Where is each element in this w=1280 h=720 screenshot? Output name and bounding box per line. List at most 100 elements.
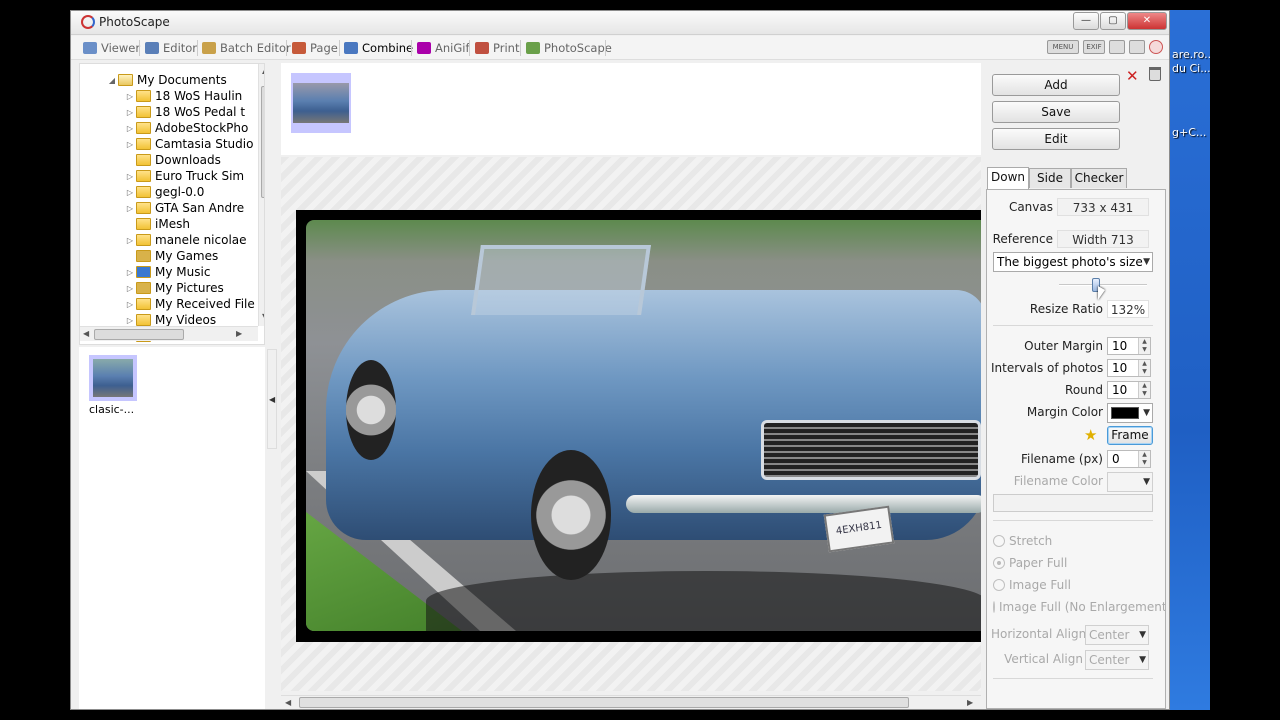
tree-item-my-documents[interactable]: ◢ My Documents [106, 72, 227, 88]
tab-page[interactable]: Page [292, 39, 338, 57]
outer-margin-stepper[interactable]: 10 ▲ ▼ [1107, 337, 1151, 355]
radio-image-full-no-enlargement[interactable]: Image Full (No Enlargement) [993, 600, 1165, 614]
tree-item[interactable]: ▷ 18 WoS Haulin [124, 88, 242, 104]
tab-batch-editor[interactable]: Batch Editor [202, 39, 291, 57]
tab-down[interactable]: Down [987, 167, 1029, 189]
expand-arrow-icon[interactable]: ▷ [124, 108, 136, 117]
intervals-label: Intervals of photos [991, 361, 1104, 375]
tab-side[interactable]: Side [1029, 168, 1071, 188]
filename-size-stepper[interactable]: 0 ▲ ▼ [1107, 450, 1151, 468]
folder-icon [136, 122, 151, 134]
preview-scroll-thumb[interactable] [299, 697, 909, 708]
mode-tab-bar: Viewer Editor Batch Editor Page Combine … [71, 36, 1169, 60]
print-icon [475, 42, 489, 54]
margin-color-swatch [1111, 407, 1139, 419]
folder-icon [136, 106, 151, 118]
expand-arrow-icon[interactable]: ▷ [124, 92, 136, 101]
tab-photoscape[interactable]: PhotoScape [526, 39, 612, 57]
radio-image-full[interactable]: Image Full [993, 578, 1071, 592]
tree-item[interactable]: ▷ AdobeStockPho [124, 120, 248, 136]
tree-item[interactable]: ▷ My Pictures [124, 280, 224, 296]
tree-item-label: iMesh [155, 217, 190, 231]
expand-arrow-icon[interactable]: ▷ [124, 188, 136, 197]
tab-print[interactable]: Print [475, 39, 519, 57]
combined-photo-car: 4EXH811 [306, 220, 981, 631]
tree-item[interactable]: ▷ My Music [124, 264, 211, 280]
tree-horizontal-scrollbar[interactable]: ◀ ▶ [80, 326, 258, 341]
folder-icon [136, 90, 151, 102]
desktop-icon-label-3[interactable]: g+C... [1172, 126, 1212, 139]
folder-tree[interactable]: ◢ My Documents ▷ 18 WoS Haulin ▷ 18 WoS Ped… [79, 63, 265, 345]
remove-icon[interactable]: ✕ [1126, 67, 1139, 85]
size-reference-select[interactable]: The biggest photo's size ▼ [993, 252, 1153, 272]
tab-checker[interactable]: Checker [1071, 168, 1127, 188]
round-stepper[interactable]: 10 ▲ ▼ [1107, 381, 1151, 399]
window-tile-icon[interactable] [1109, 40, 1125, 54]
expand-arrow-icon[interactable]: ▷ [124, 268, 136, 277]
tree-item[interactable]: ▷ gegl-0.0 [124, 184, 204, 200]
desktop-icon-label-1[interactable]: are.ro... [1172, 48, 1212, 61]
expand-arrow-icon[interactable]: ▷ [124, 204, 136, 213]
frame-button[interactable]: Frame [1107, 426, 1153, 445]
expand-arrow-icon[interactable]: ▷ [124, 236, 136, 245]
add-button[interactable]: Add [992, 74, 1120, 96]
filename-color-picker[interactable]: ▼ [1107, 472, 1153, 492]
tab-anigif[interactable]: AniGif [417, 39, 470, 57]
resize-ratio-value[interactable]: 132% [1107, 300, 1149, 318]
maximize-button[interactable]: ▢ [1100, 12, 1126, 30]
margin-color-picker[interactable]: ▼ [1107, 403, 1153, 423]
folder-icon [136, 266, 151, 278]
tree-item[interactable]: ▷ Euro Truck Sim [124, 168, 244, 184]
trash-icon[interactable] [1149, 67, 1161, 81]
tree-vertical-scroll-thumb[interactable] [261, 86, 264, 198]
file-thumbnail[interactable] [89, 355, 137, 401]
tree-item[interactable]: My Games [124, 248, 218, 264]
exif-icon[interactable]: EXIF [1083, 40, 1105, 54]
combine-photo-strip[interactable] [281, 63, 981, 155]
photoscape-logo-icon [81, 15, 95, 29]
collapse-panel-icon[interactable]: ◀ [269, 395, 275, 404]
tree-horizontal-scroll-thumb[interactable] [94, 329, 184, 340]
save-button[interactable]: Save [992, 101, 1120, 123]
expand-arrow-icon[interactable]: ▷ [124, 316, 136, 325]
expand-arrow-icon[interactable]: ▷ [124, 300, 136, 309]
tree-item-label: My Music [155, 265, 211, 279]
combine-photo-thumbnail[interactable] [291, 73, 351, 133]
expand-arrow-icon[interactable]: ▷ [124, 172, 136, 181]
preview-horizontal-scrollbar[interactable]: ◀ ▶ [281, 695, 981, 709]
desktop-icon-label-2[interactable]: du Ci... [1172, 62, 1212, 75]
star-icon[interactable]: ★ [1084, 426, 1097, 444]
tree-item[interactable]: iMesh [124, 216, 190, 232]
intervals-stepper[interactable]: 10 ▲ ▼ [1107, 359, 1151, 377]
tree-item[interactable]: ▷ manele nicolae [124, 232, 247, 248]
tree-item[interactable]: ▷ Camtasia Studio [124, 136, 254, 152]
tree-item-label: Downloads [155, 153, 221, 167]
tab-editor[interactable]: Editor [145, 39, 197, 57]
tree-item[interactable]: ▷ 18 WoS Pedal t [124, 104, 245, 120]
vertical-align-select[interactable]: Center ▼ [1085, 650, 1149, 670]
filename-text-field[interactable] [993, 494, 1153, 512]
tree-vertical-scrollbar[interactable]: ▲ ▼ [258, 64, 264, 326]
tree-item[interactable]: ▷ GTA San Andre [124, 200, 244, 216]
close-button[interactable]: ✕ [1127, 12, 1167, 30]
expand-arrow-icon[interactable]: ▷ [124, 284, 136, 293]
folder-icon [136, 202, 151, 214]
menu-icon[interactable]: MENU [1047, 40, 1079, 54]
horizontal-align-select[interactable]: Center ▼ [1085, 625, 1149, 645]
edit-button[interactable]: Edit [992, 128, 1120, 150]
minimize-button[interactable]: — [1073, 12, 1099, 30]
expand-arrow-icon[interactable]: ▷ [124, 140, 136, 149]
title-bar[interactable]: PhotoScape — ▢ ✕ [71, 11, 1169, 35]
tree-item[interactable]: ▷ My Received File [124, 296, 255, 312]
expand-arrow-icon[interactable]: ▷ [124, 124, 136, 133]
viewer-icon [83, 42, 97, 54]
help-icon[interactable] [1149, 40, 1163, 54]
tree-item[interactable]: Downloads [124, 152, 221, 168]
radio-paper-full[interactable]: Paper Full [993, 556, 1067, 570]
collapse-arrow-icon[interactable]: ◢ [106, 76, 118, 85]
radio-stretch[interactable]: Stretch [993, 534, 1052, 548]
down-settings: Canvas 733 x 431 Reference Width 713 The… [986, 189, 1166, 709]
tab-viewer[interactable]: Viewer [83, 39, 140, 57]
copy-icon[interactable] [1129, 40, 1145, 54]
tab-combine[interactable]: Combine [344, 39, 413, 57]
